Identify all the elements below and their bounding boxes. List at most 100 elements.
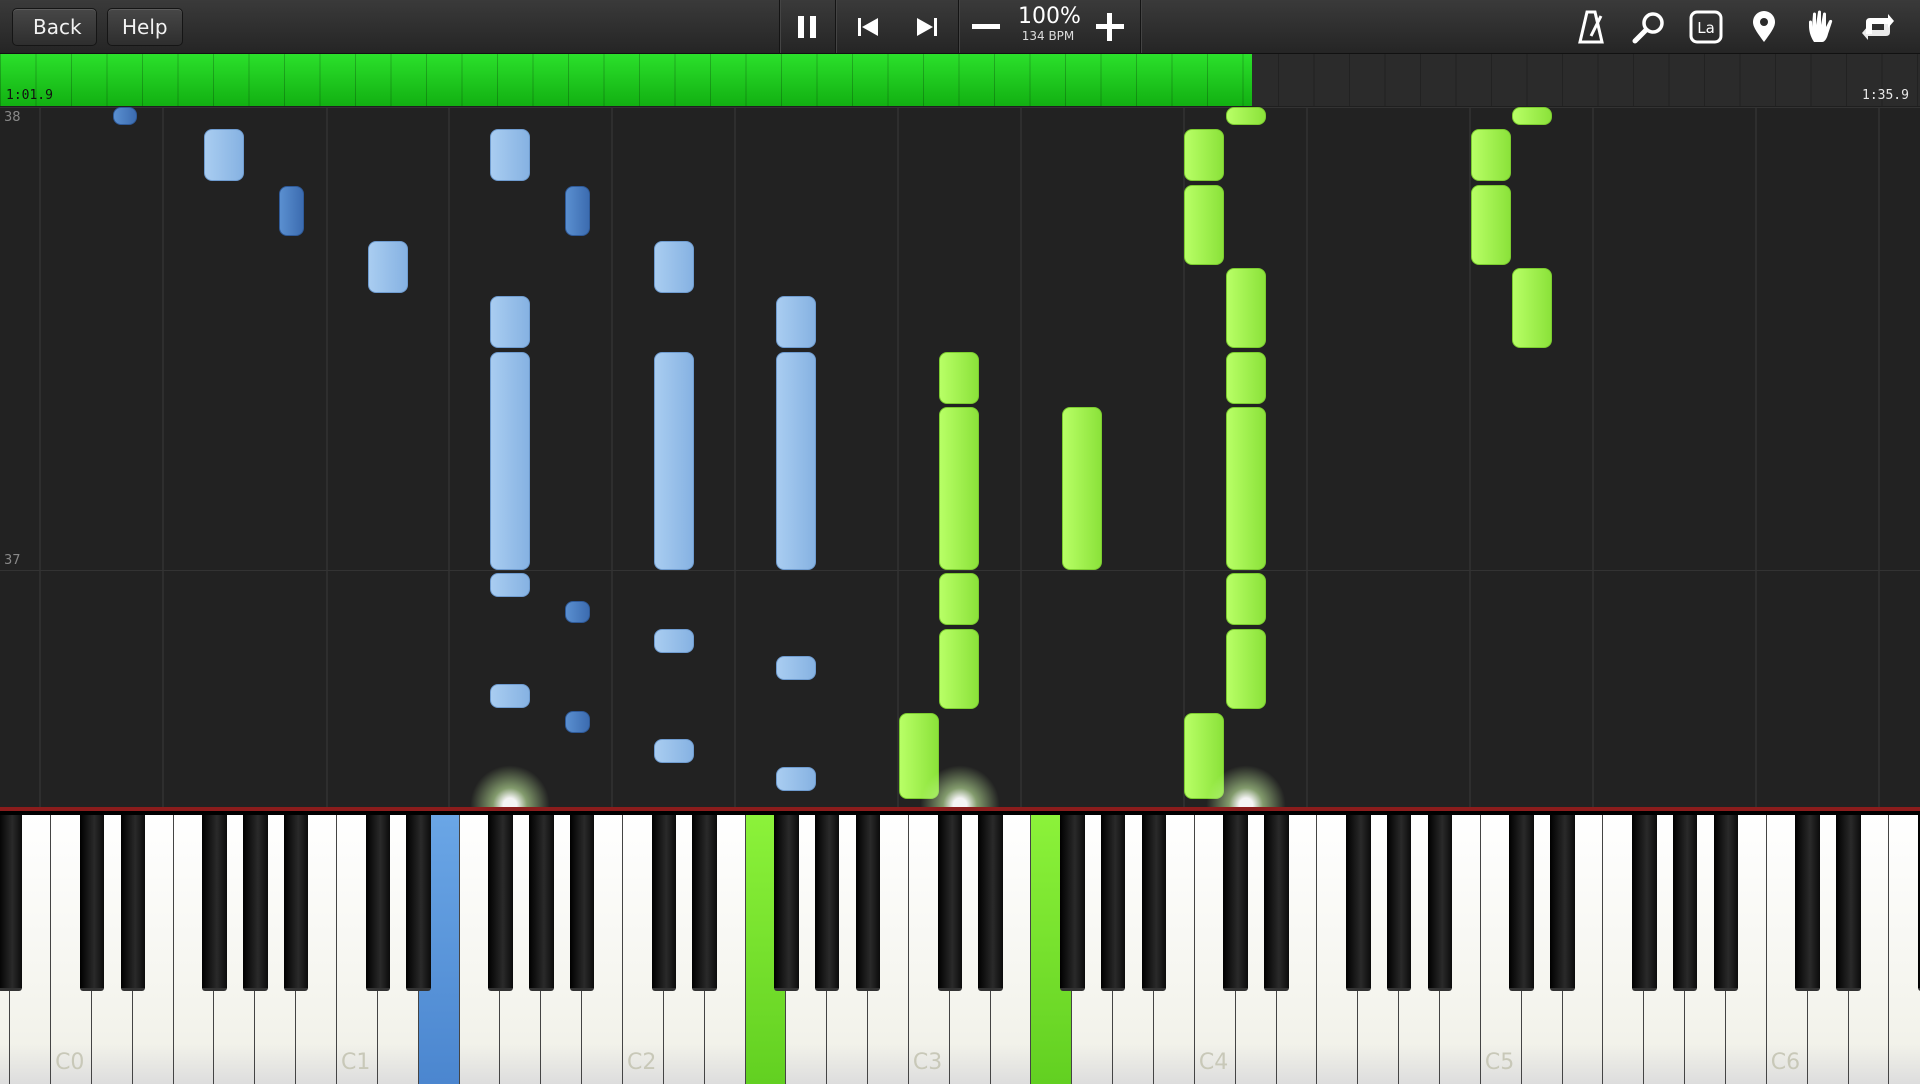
black-key[interactable] (1795, 815, 1820, 991)
black-key[interactable] (1141, 815, 1167, 991)
black-key[interactable] (1386, 815, 1412, 991)
falling-notes-area: 38 37 (0, 107, 1920, 807)
note-left-hand (565, 601, 590, 623)
octave-label: C1 (341, 1050, 371, 1075)
grid-line (1755, 107, 1757, 807)
note-right-hand (1471, 129, 1511, 181)
black-key[interactable] (243, 815, 268, 991)
note-right-hand (1062, 407, 1102, 570)
note-label-text: La (1697, 19, 1715, 37)
note-hit-sparkle (1206, 765, 1286, 807)
note-hit-sparkle (470, 765, 550, 807)
skip-forward-icon (917, 17, 937, 36)
help-button[interactable]: Help (107, 8, 183, 46)
black-key[interactable] (1346, 815, 1371, 991)
white-key[interactable] (1889, 815, 1920, 1084)
note-right-hand (939, 352, 979, 404)
location-pin-icon (1753, 11, 1775, 42)
note-label-icon: La (1689, 10, 1723, 44)
black-key[interactable] (529, 815, 554, 991)
black-key[interactable] (1427, 815, 1453, 991)
song-progress-bar[interactable] (0, 54, 1920, 106)
metronome-icon (1578, 10, 1604, 44)
previous-button[interactable] (840, 0, 896, 53)
note-left-hand (654, 629, 694, 653)
black-key[interactable] (0, 815, 23, 991)
black-key[interactable] (1550, 815, 1575, 991)
measure-line (0, 107, 1920, 108)
black-key[interactable] (202, 815, 227, 991)
speed-decrease-button[interactable] (958, 0, 1014, 53)
octave-label: C4 (1198, 1050, 1229, 1075)
time-elapsed: 1:01.9 (6, 88, 53, 103)
measure-number: 37 (4, 553, 21, 568)
black-key[interactable] (283, 815, 309, 991)
grid-line (1592, 107, 1594, 807)
note-hit-sparkle (920, 765, 1000, 807)
metronome-button[interactable] (1571, 7, 1611, 47)
black-key[interactable] (365, 815, 391, 991)
hands-button[interactable] (1801, 7, 1841, 47)
black-key[interactable] (1509, 815, 1534, 991)
black-key[interactable] (855, 815, 881, 991)
grid-line (611, 107, 613, 807)
note-right-hand (939, 573, 979, 625)
note-left-hand (204, 129, 244, 181)
next-button[interactable] (899, 0, 955, 53)
black-key[interactable] (1100, 815, 1126, 991)
note-left-hand (565, 186, 590, 236)
grid-line (1878, 107, 1880, 807)
note-left-hand (776, 656, 816, 680)
note-labels-button[interactable]: La (1686, 7, 1726, 47)
note-left-hand (490, 129, 530, 181)
pause-icon (798, 15, 816, 38)
black-key[interactable] (488, 815, 513, 991)
black-key[interactable] (774, 815, 799, 991)
toolbar-separator (835, 0, 836, 53)
grid-line (734, 107, 736, 807)
loop-button[interactable] (1858, 7, 1898, 47)
loop-icon (1862, 14, 1894, 40)
black-key[interactable] (651, 815, 677, 991)
black-key[interactable] (1264, 815, 1289, 991)
octave-label: C3 (912, 1050, 943, 1075)
black-key[interactable] (79, 815, 105, 991)
note-right-hand (1226, 407, 1266, 570)
plus-icon (1096, 12, 1124, 41)
speed-readout: 100% 134 BPM (1018, 6, 1081, 44)
grid-line (1020, 107, 1022, 807)
black-key[interactable] (1672, 815, 1698, 991)
black-key[interactable] (1223, 815, 1248, 991)
note-left-hand (654, 739, 694, 763)
note-right-hand (1184, 129, 1224, 181)
note-left-hand (776, 767, 816, 791)
pause-button[interactable] (779, 0, 835, 53)
black-key[interactable] (569, 815, 595, 991)
note-left-hand (565, 711, 590, 733)
grid-line (39, 107, 41, 807)
note-left-hand (490, 352, 530, 570)
note-right-hand (939, 629, 979, 709)
black-key[interactable] (1836, 815, 1861, 991)
back-button[interactable]: Back (12, 8, 97, 46)
piano-keyboard: C0 C1 C2 C3 C4 C5 C6 (0, 807, 1920, 1084)
search-button[interactable] (1629, 7, 1669, 47)
black-key[interactable] (814, 815, 840, 991)
time-total: 1:35.9 (1862, 88, 1909, 103)
black-key[interactable] (1713, 815, 1739, 991)
speed-bpm: 134 BPM (1021, 29, 1075, 43)
black-key[interactable] (1060, 815, 1085, 991)
note-left-hand (490, 573, 530, 597)
bookmark-button[interactable] (1744, 7, 1784, 47)
note-right-hand (1226, 573, 1266, 625)
grid-line (1306, 107, 1308, 807)
note-left-hand (776, 296, 816, 348)
black-key[interactable] (692, 815, 717, 991)
black-key[interactable] (978, 815, 1003, 991)
speed-increase-button[interactable] (1082, 0, 1138, 53)
note-right-hand (1226, 629, 1266, 709)
black-key[interactable] (937, 815, 963, 991)
black-key[interactable] (120, 815, 145, 991)
black-key[interactable] (1632, 815, 1657, 991)
black-key[interactable] (406, 815, 431, 991)
